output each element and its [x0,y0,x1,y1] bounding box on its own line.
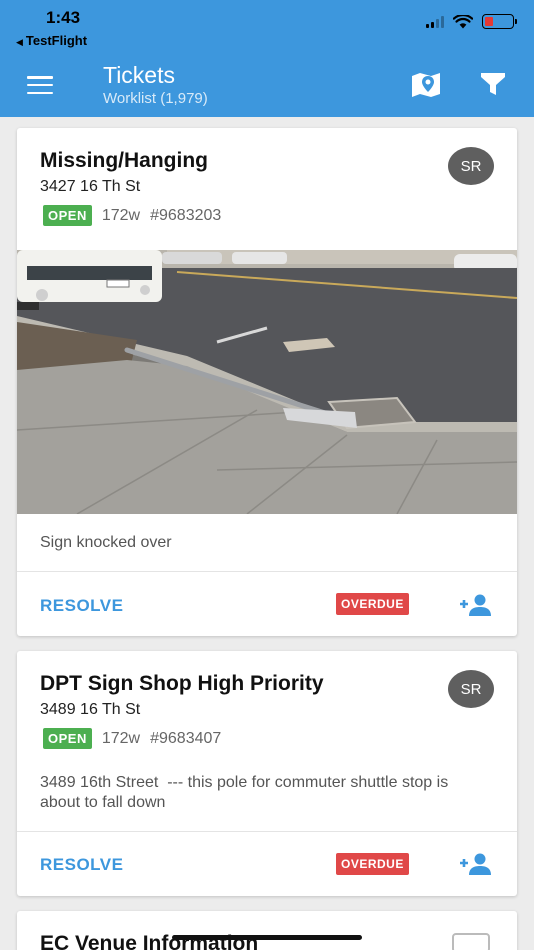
ticket-card[interactable]: EC Venue Information [17,911,517,950]
filter-icon [481,73,505,95]
status-badge: OPEN [43,205,92,226]
ticket-address: 3427 16 Th St [40,178,141,195]
page-title: Tickets [103,62,175,88]
filter-button[interactable] [478,70,508,98]
status-icons [426,14,517,29]
status-badge: OPEN [43,728,92,749]
add-person-icon [460,853,491,875]
home-indicator[interactable] [172,935,362,940]
ticket-meta: OPEN 172w #9683407 [43,728,221,749]
app-header: 1:43 ◀ TestFlight Tickets Worklist (1,979… [0,0,534,117]
avatar[interactable]: SR [448,147,494,185]
avatar[interactable]: SR [448,670,494,708]
overdue-badge: OVERDUE [336,853,409,875]
ticket-photo-image [17,250,517,514]
ticket-address: 3489 16 Th St [40,701,141,718]
card-divider [17,831,517,832]
resolve-button[interactable]: RESOLVE [40,855,123,875]
back-to-app-link[interactable]: ◀ TestFlight [16,33,87,48]
back-triangle-icon: ◀ [16,37,23,47]
assign-user-button[interactable] [460,593,494,617]
card-divider [17,571,517,572]
wifi-icon [453,14,473,28]
ticket-title: DPT Sign Shop High Priority [40,672,324,695]
map-button[interactable] [410,70,442,98]
signal-icon [426,15,444,28]
ticket-card[interactable]: DPT Sign Shop High Priority 3489 16 Th S… [17,651,517,896]
ticket-title: Missing/Hanging [40,149,208,172]
ticket-card[interactable]: Missing/Hanging 3427 16 Th St OPEN 172w … [17,128,517,636]
page-subtitle: Worklist (1,979) [103,90,208,107]
ticket-number: #9683203 [150,206,222,224]
ticket-photo[interactable] [17,250,517,514]
back-app-label: TestFlight [25,33,88,48]
ticket-age: 172w [101,729,141,747]
assign-user-button[interactable] [460,852,494,876]
menu-button[interactable] [27,76,53,94]
ticket-description: Sign knocked over [40,534,172,551]
add-person-icon [460,594,491,616]
ticket-description: 3489 16th Street --- this pole for commu… [40,774,453,811]
battery-low-icon [482,14,517,29]
ticket-age: 172w [101,206,141,224]
ticket-number: #9683407 [150,729,222,747]
keyboard-icon [452,933,490,950]
resolve-button[interactable]: RESOLVE [40,596,123,616]
overdue-badge: OVERDUE [336,593,409,615]
status-time: 1:43 [46,8,81,27]
ticket-meta: OPEN 172w #9683203 [43,205,221,226]
map-marker-icon [412,73,440,97]
menu-icon [27,76,53,79]
